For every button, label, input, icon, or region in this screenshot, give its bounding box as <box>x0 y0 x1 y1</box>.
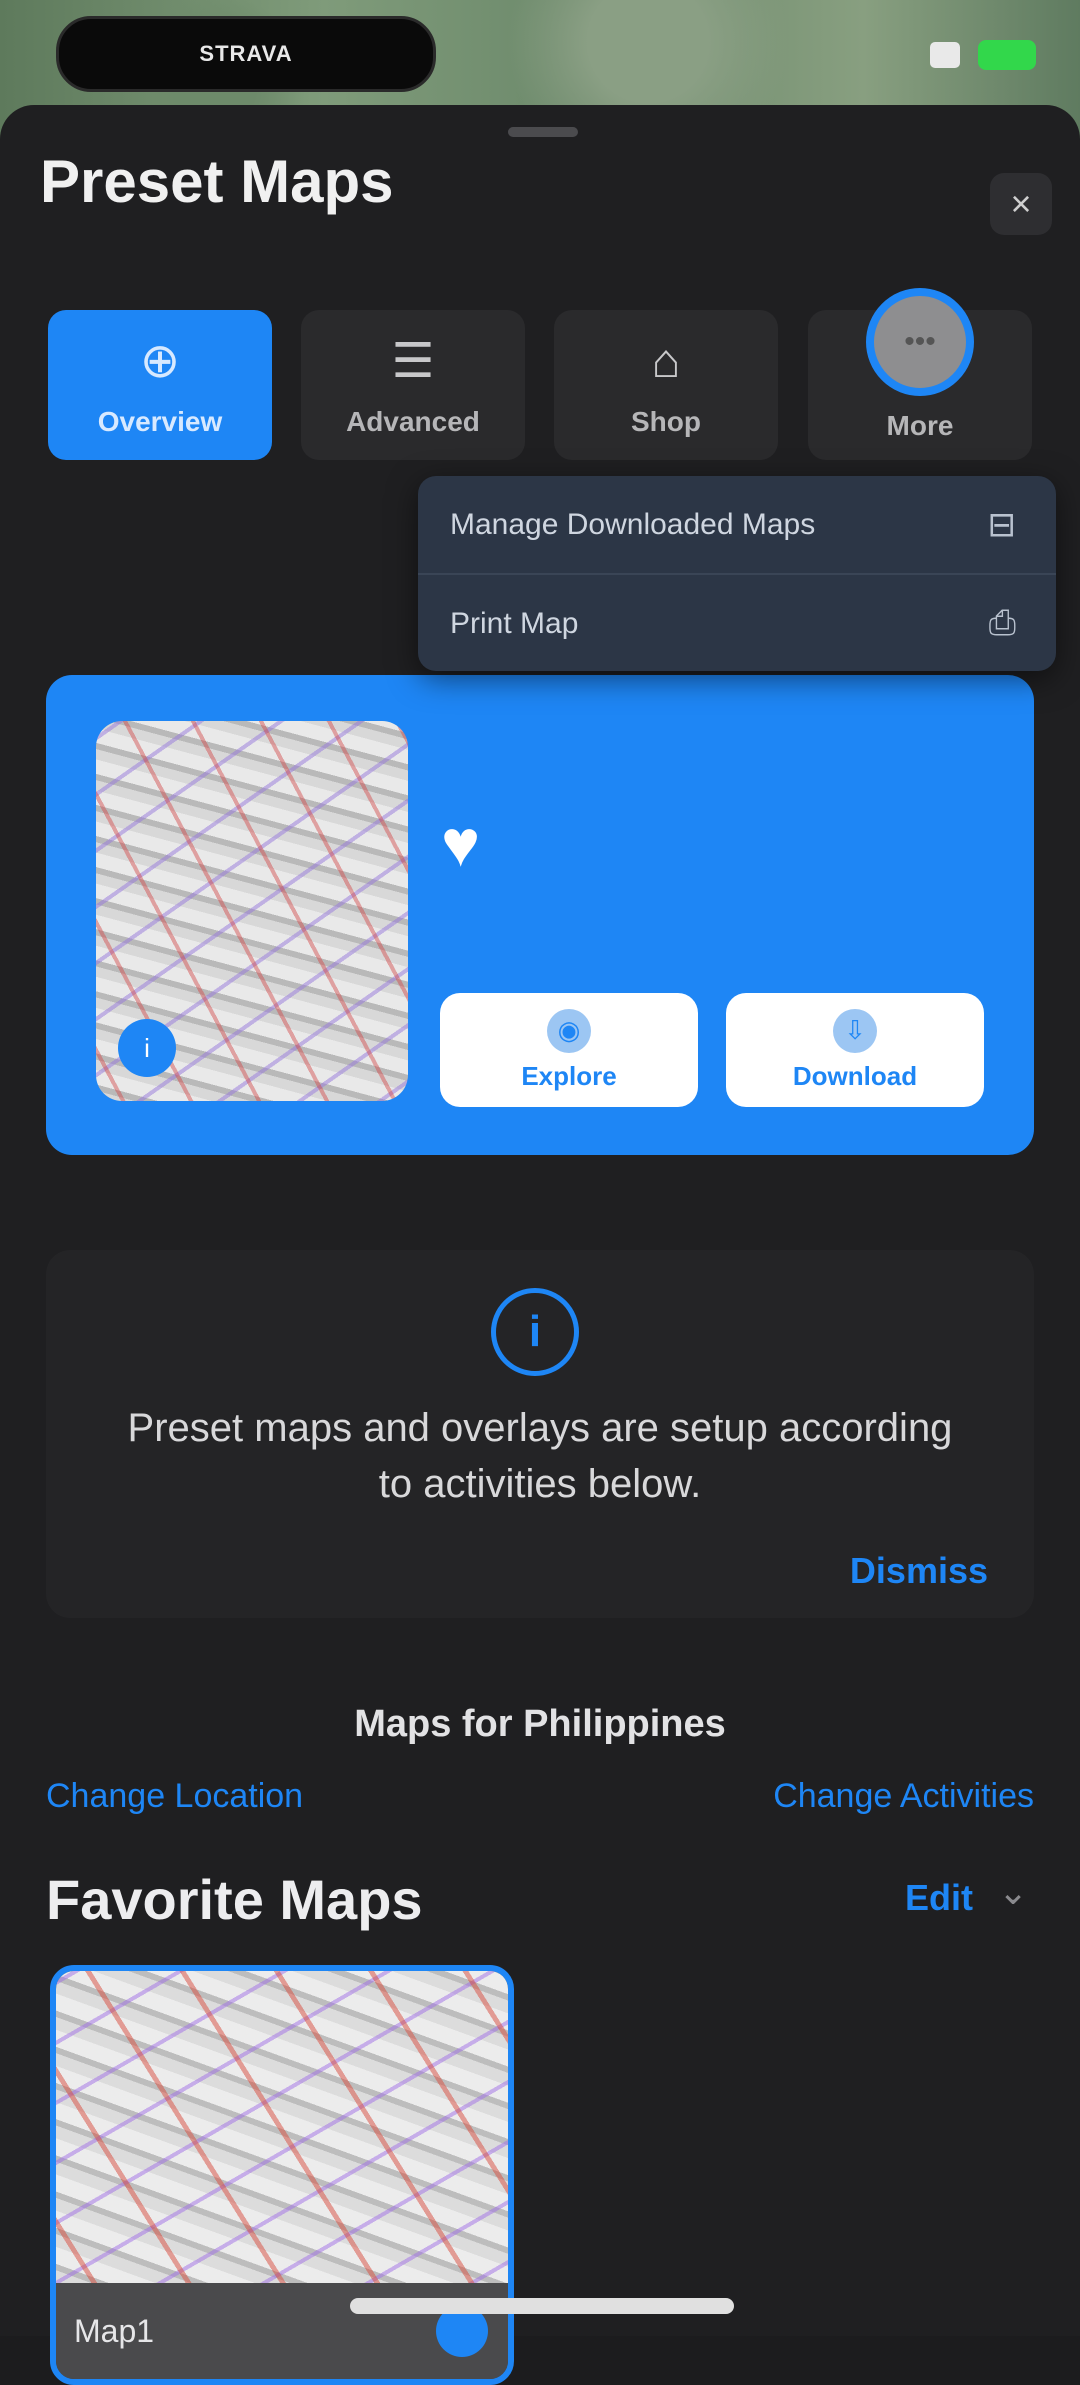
preset-maps-sheet: Preset Maps × ⊕ Overview ☰ Advanced ⌂ Sh… <box>0 105 1080 2385</box>
overview-icon: ⊕ <box>139 335 181 388</box>
tab-label: More <box>886 410 954 441</box>
info-icon: i <box>491 1288 579 1376</box>
download-icon: ⇩ <box>833 1008 877 1053</box>
menu-item-manage-downloads[interactable]: Manage Downloaded Maps ⊟ <box>418 476 1056 573</box>
tab-bar: ⊕ Overview ☰ Advanced ⌂ Shop ••• More <box>48 288 1032 460</box>
dynamic-island-pill: STRAVA <box>56 16 436 92</box>
advanced-icon: ☰ <box>391 335 435 388</box>
favorites-title: Favorite Maps <box>46 1868 423 1931</box>
explore-label: Explore <box>521 1060 617 1091</box>
battery-icon <box>978 40 1036 70</box>
menu-item-label: Print Map <box>450 606 579 640</box>
status-icons <box>930 40 1036 70</box>
more-context-menu: Manage Downloaded Maps ⊟ Print Map ⎙ <box>418 476 1056 671</box>
map-thumbnail[interactable]: i <box>96 721 408 1101</box>
page-title: Preset Maps <box>40 148 394 215</box>
menu-item-label: Manage Downloaded Maps <box>450 507 816 541</box>
explore-button[interactable]: ◉ Explore <box>440 993 698 1107</box>
more-avatar-icon: ••• <box>866 288 974 396</box>
tab-label: Advanced <box>346 406 480 437</box>
change-location-link[interactable]: Change Location <box>46 1777 303 1816</box>
more-dots-icon: ••• <box>904 325 936 358</box>
chevron-down-icon[interactable]: ⌄ <box>998 1871 1028 1913</box>
download-button[interactable]: ⇩ Download <box>726 993 984 1107</box>
shop-icon: ⌂ <box>651 335 681 388</box>
selected-map-card: i ♥ ◉ Explore ⇩ Download <box>46 675 1034 1155</box>
tab-overview[interactable]: ⊕ Overview <box>48 310 272 460</box>
close-button[interactable]: × <box>990 173 1052 235</box>
close-icon: × <box>1010 183 1032 224</box>
downloads-icon: ⊟ <box>987 505 1017 544</box>
pill-text: STRAVA <box>199 41 293 66</box>
info-card: i Preset maps and overlays are setup acc… <box>46 1250 1034 1618</box>
favorite-map-card[interactable]: Map1 <box>50 1965 514 2385</box>
print-icon: ⎙ <box>988 604 1016 642</box>
heart-icon[interactable]: ♥ <box>441 805 480 881</box>
tab-label: Overview <box>97 406 223 437</box>
download-label: Download <box>792 1060 918 1091</box>
tab-shop[interactable]: ⌂ Shop <box>554 310 778 460</box>
tab-label: Shop <box>631 406 701 437</box>
tab-advanced[interactable]: ☰ Advanced <box>301 310 525 460</box>
sheet-grabber[interactable] <box>508 127 578 137</box>
explore-icon: ◉ <box>547 1008 591 1053</box>
info-text: Preset maps and overlays are setup accor… <box>127 1406 953 1506</box>
edit-button[interactable]: Edit <box>905 1877 973 1919</box>
favorite-map-thumbnail <box>56 1971 508 2283</box>
home-indicator <box>350 2298 734 2314</box>
maps-for-heading: Maps for Philippines <box>354 1703 726 1745</box>
info-badge-icon[interactable]: i <box>118 1019 176 1077</box>
favorite-map-name: Map1 <box>74 2313 155 2349</box>
wifi-icon <box>930 42 960 68</box>
menu-item-print-map[interactable]: Print Map ⎙ <box>418 573 1056 671</box>
tab-more[interactable]: ••• More <box>808 288 1032 460</box>
dismiss-button[interactable]: Dismiss <box>850 1550 988 1592</box>
change-activities-link[interactable]: Change Activities <box>773 1777 1034 1816</box>
